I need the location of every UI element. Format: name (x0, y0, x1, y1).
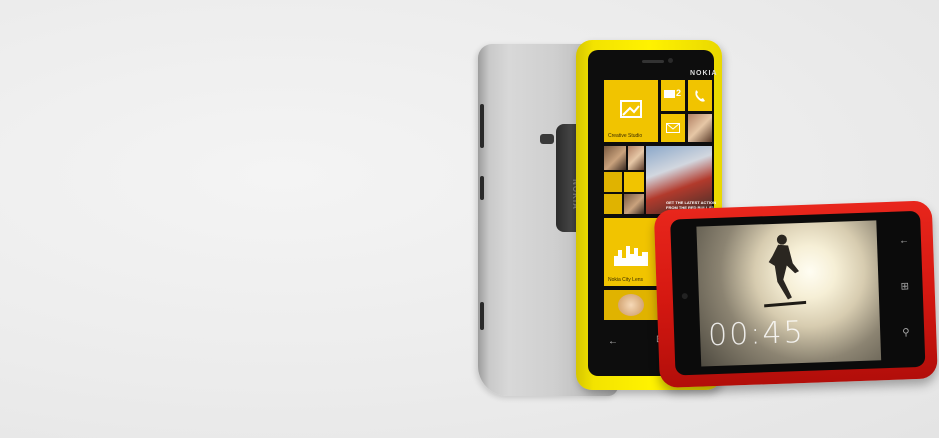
gray-volume-button (480, 104, 484, 148)
lock-screen-clock: 00:45 (707, 314, 806, 354)
yellow-speaker (642, 60, 664, 63)
tile-people-4[interactable] (624, 172, 644, 192)
red-back-icon[interactable]: ← (899, 235, 909, 246)
mail-icon (666, 123, 680, 133)
message-icon (664, 90, 675, 98)
red-search-icon[interactable]: ⚲ (902, 327, 910, 338)
red-phone-front: 00:45 ← ⊞ ⚲ (670, 210, 926, 376)
skateboarder-silhouette (764, 234, 807, 308)
red-windows-icon[interactable]: ⊞ (900, 281, 909, 292)
city-skyline-icon (614, 246, 648, 266)
tile-messaging[interactable]: 2 (661, 80, 685, 111)
tile-phone[interactable] (688, 80, 712, 111)
tile-people-1[interactable] (604, 146, 626, 170)
tile-people-5[interactable] (604, 194, 622, 214)
tile-small-1[interactable] (604, 290, 658, 320)
gray-flash-icon (540, 134, 554, 144)
red-phone: 00:45 ← ⊞ ⚲ (653, 200, 938, 388)
tile-city-lens-label: Nokia City Lens (608, 277, 644, 283)
tile-people-6[interactable] (624, 194, 644, 214)
product-scene: NOKIA NOKIA Creative Studio 2 (0, 0, 939, 438)
red-phone-screen: 00:45 (696, 220, 882, 367)
tile-mail[interactable] (661, 114, 685, 142)
tile-city-lens[interactable]: Nokia City Lens (604, 218, 658, 286)
yellow-back-icon[interactable]: ← (608, 336, 618, 347)
gray-power-button (480, 176, 484, 200)
tile-photo-portrait[interactable] (688, 114, 712, 142)
yellow-front-camera (668, 58, 673, 63)
message-count: 2 (676, 88, 682, 98)
phone-icon (695, 90, 705, 102)
tile-people-2[interactable] (628, 146, 644, 170)
red-front-camera (681, 292, 688, 300)
gray-camera-button (480, 302, 484, 330)
tile-people-3[interactable] (604, 172, 622, 192)
tile-creative-studio[interactable]: Creative Studio (604, 80, 658, 142)
picture-frame-icon (620, 100, 642, 118)
tile-small-photo (618, 294, 644, 316)
tile-creative-studio-label: Creative Studio (608, 133, 643, 139)
yellow-brand-logo: NOKIA (690, 70, 718, 77)
